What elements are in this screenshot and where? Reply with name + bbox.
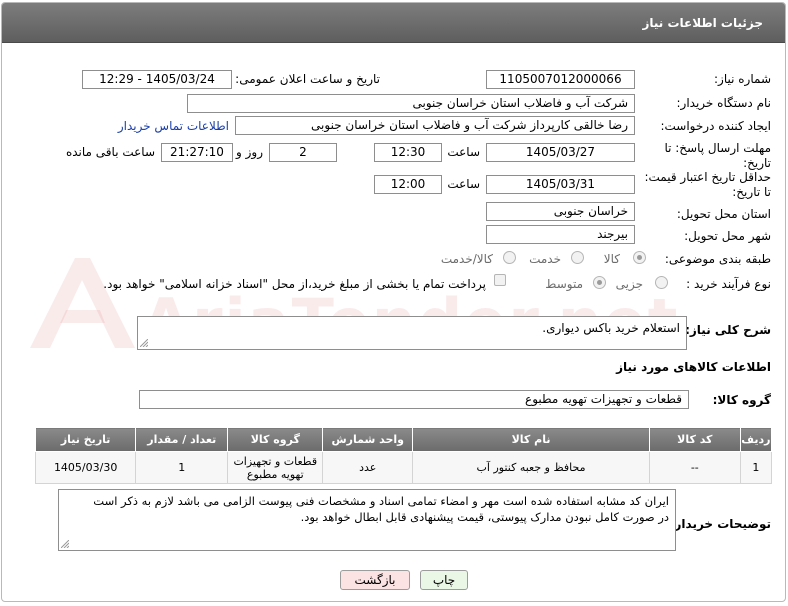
process-radio-minor[interactable]: [655, 276, 668, 289]
resize-grip-icon[interactable]: [61, 540, 69, 548]
buyer-contact-link[interactable]: اطلاعات تماس خریدار: [118, 119, 229, 133]
price-deadline-label-2: تا تاریخ:: [732, 185, 771, 199]
price-date-field: 1405/03/31: [486, 175, 635, 194]
category-radio-goods[interactable]: [633, 251, 646, 264]
process-option-medium: متوسط: [545, 277, 583, 291]
days-label: روز و: [236, 145, 263, 159]
need-number-field: 1105007012000066: [486, 70, 635, 89]
col-date: تاریخ نیاز: [34, 427, 137, 452]
category-option-goods-service: کالا/خدمت: [440, 252, 493, 266]
page-title: جزئیات اطلاعات نیاز: [642, 16, 763, 30]
buyer-org-label: نام دستگاه خریدار:: [676, 96, 772, 110]
announce-datetime-label: تاریخ و ساعت اعلان عمومی:: [235, 72, 380, 86]
goods-group-label: گروه کالا:: [712, 393, 771, 407]
description-textarea: استعلام خرید باکس دیواری.: [137, 316, 687, 350]
watermark-logo-icon: [30, 258, 135, 348]
reply-time-label: ساعت: [447, 145, 480, 159]
table-row: 1 -- محافظ و جعبه کنتور آب عدد قطعات و ت…: [34, 451, 773, 484]
back-button[interactable]: بازگشت: [340, 570, 410, 590]
reply-deadline-label-1: مهلت ارسال پاسخ: تا: [664, 141, 771, 155]
col-qty: تعداد / مقدار: [135, 427, 229, 452]
col-row: ردیف: [739, 427, 773, 452]
category-option-service: خدمت: [529, 252, 561, 266]
price-time-field: 12:00: [374, 175, 442, 194]
payment-note: پرداخت تمام یا بخشی از مبلغ خرید،از محل …: [103, 277, 486, 291]
goods-section-title: اطلاعات کالاهای مورد نیاز: [616, 360, 771, 374]
resize-grip-icon[interactable]: [140, 339, 148, 347]
buyer-notes-label: توضیحات خریدار:: [669, 517, 771, 531]
cell-date: 1405/03/30: [34, 451, 137, 484]
cell-name: محافظ و جعبه کنتور آب: [412, 451, 650, 484]
payment-checkbox[interactable]: [494, 274, 506, 286]
cell-group-line-1: قطعات و تجهیزات: [233, 454, 318, 468]
creator-field: رضا خالقی کارپرداز شرکت آب و فاضلاب استا…: [235, 116, 635, 135]
goods-table: ردیف کد کالا نام کالا واحد شمارش گروه کا…: [34, 427, 773, 484]
price-time-label: ساعت: [447, 177, 480, 191]
col-unit: واحد شمارش: [322, 427, 414, 452]
need-number-label: شماره نیاز:: [714, 72, 771, 86]
process-radio-medium[interactable]: [593, 276, 606, 289]
province-label: استان محل تحویل:: [676, 207, 771, 221]
category-radio-service[interactable]: [571, 251, 584, 264]
col-name: نام کالا: [412, 427, 650, 452]
cell-row: 1: [739, 451, 773, 484]
creator-label: ایجاد کننده درخواست:: [660, 119, 771, 133]
category-radio-goods-service[interactable]: [503, 251, 516, 264]
announce-datetime-field: 1405/03/24 - 12:29: [82, 70, 232, 89]
remaining-time-field: 21:27:10: [161, 143, 233, 162]
description-label: شرح کلی نیاز:: [685, 323, 771, 337]
buyer-notes-line-2: در صورت کامل نبودن مدارک پیوستی، قیمت پی…: [300, 510, 669, 524]
cell-qty: 1: [135, 451, 229, 484]
print-button[interactable]: چاپ: [420, 570, 468, 590]
process-label: نوع فرآیند خرید :: [686, 277, 771, 291]
goods-group-field: قطعات و تجهیزات تهویه مطبوع: [139, 390, 689, 409]
cell-group-line-2: تهویه مطبوع: [246, 467, 304, 481]
remaining-days-field: 2: [269, 143, 337, 162]
buyer-notes-line-1: ایران کد مشابه استفاده شده است مهر و امض…: [93, 494, 669, 508]
buyer-notes-textarea: ایران کد مشابه استفاده شده است مهر و امض…: [58, 489, 676, 551]
goods-table-header: ردیف کد کالا نام کالا واحد شمارش گروه کا…: [34, 427, 773, 452]
category-option-goods: کالا: [603, 252, 620, 266]
remaining-time-label: ساعت باقی مانده: [65, 145, 155, 159]
category-label: طبقه بندی موضوعی:: [664, 252, 771, 266]
buyer-org-field: شرکت آب و فاضلاب استان خراسان جنوبی: [187, 94, 635, 113]
description-text: استعلام خرید باکس دیواری.: [542, 321, 680, 335]
col-group: گروه کالا: [227, 427, 324, 452]
process-option-minor: جزیی: [615, 277, 643, 291]
col-code: کد کالا: [648, 427, 741, 452]
title-bar: جزئیات اطلاعات نیاز: [2, 3, 785, 43]
cell-unit: عدد: [322, 451, 414, 484]
city-label: شهر محل تحویل:: [684, 229, 771, 243]
cell-group: قطعات و تجهیزات تهویه مطبوع: [227, 451, 324, 484]
window: AriaTender.net جزئیات اطلاعات نیاز شماره…: [1, 2, 786, 602]
cell-code: --: [648, 451, 741, 484]
city-field: بیرجند: [486, 225, 635, 244]
reply-time-field: 12:30: [374, 143, 442, 162]
reply-deadline-label-2: تاریخ:: [743, 156, 771, 170]
reply-date-field: 1405/03/27: [486, 143, 635, 162]
price-deadline-label-1: حداقل تاریخ اعتبار قیمت:: [644, 170, 771, 184]
province-field: خراسان جنوبی: [486, 202, 635, 221]
